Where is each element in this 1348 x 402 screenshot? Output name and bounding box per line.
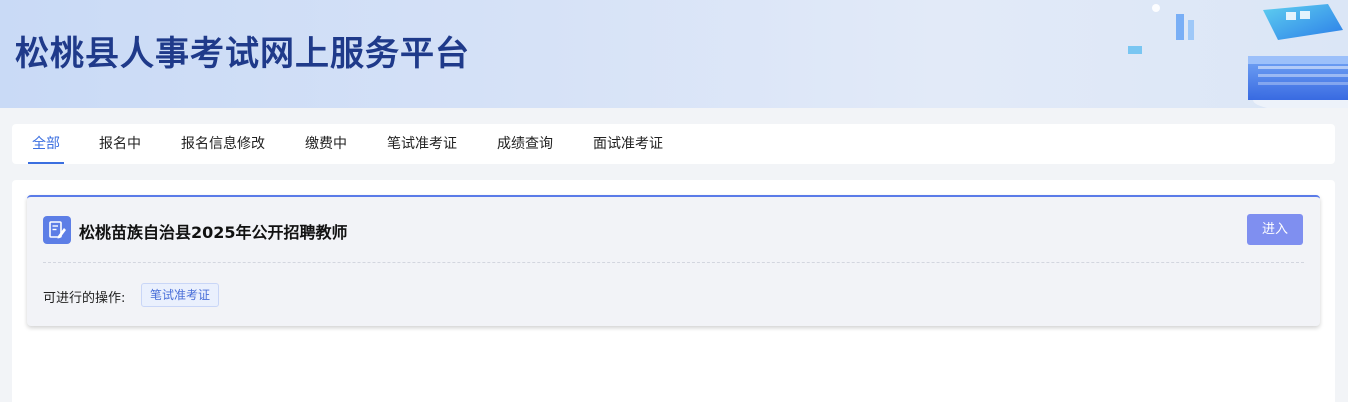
tab-interview-ticket[interactable]: 面试准考证 [593, 124, 663, 164]
exam-title: 松桃苗族自治县2025年公开招聘教师 [79, 223, 348, 242]
tab-registering[interactable]: 报名中 [99, 124, 141, 164]
tab-score-query[interactable]: 成绩查询 [497, 124, 553, 164]
tab-registration-edit[interactable]: 报名信息修改 [181, 124, 265, 164]
site-title: 松桃县人事考试网上服务平台 [15, 34, 470, 74]
exam-list-panel: 松桃苗族自治县2025年公开招聘教师 进入 可进行的操作: 笔试准考证 [12, 180, 1335, 402]
header-banner: 松桃县人事考试网上服务平台 [0, 0, 1348, 108]
decorative-illustration [1128, 4, 1348, 108]
operations-label: 可进行的操作: [43, 291, 126, 306]
operation-tag-written-exam-ticket[interactable]: 笔试准考证 [141, 283, 220, 307]
divider [43, 262, 1304, 263]
category-tabs: 全部 报名中 报名信息修改 缴费中 笔试准考证 成绩查询 面试准考证 [12, 124, 1335, 164]
tab-payment[interactable]: 缴费中 [305, 124, 347, 164]
exam-card: 松桃苗族自治县2025年公开招聘教师 进入 可进行的操作: 笔试准考证 [27, 195, 1320, 326]
edit-document-icon [43, 216, 71, 244]
enter-button[interactable]: 进入 [1247, 214, 1303, 245]
tab-written-exam-ticket[interactable]: 笔试准考证 [387, 124, 457, 164]
tab-all[interactable]: 全部 [28, 124, 64, 164]
